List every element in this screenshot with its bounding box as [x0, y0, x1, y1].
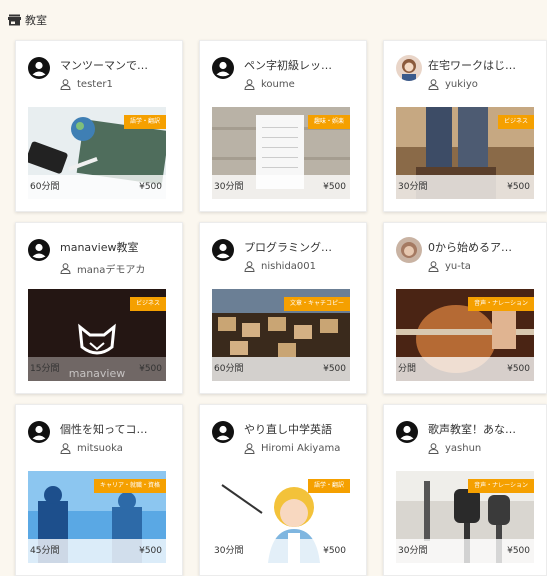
classroom-card[interactable]: 個性を知ってコ… mitsuoka キャリア・就職・資格 45分間 ¥500: [15, 404, 183, 576]
price-label: ¥500: [507, 364, 530, 374]
card-user: yashun: [428, 443, 481, 454]
card-title[interactable]: 個性を知ってコ…: [60, 421, 178, 437]
card-thumbnail[interactable]: manaview ビジネス 15分間 ¥500: [28, 289, 166, 381]
card-title[interactable]: プログラミング…: [244, 239, 362, 255]
card-user: koume: [244, 79, 295, 90]
person-outline-icon: [244, 79, 255, 90]
category-tag: 音声・ナレーション: [468, 297, 534, 311]
card-thumbnail[interactable]: 語学・翻訳 30分間 ¥500: [212, 471, 350, 563]
card-username: yukiyo: [445, 79, 478, 90]
card-title[interactable]: manaview教室: [60, 239, 178, 255]
duration-label: 60分間: [30, 182, 60, 192]
category-tag: 音声・ナレーション: [468, 479, 534, 493]
card-title[interactable]: 0から始めるア…: [428, 239, 546, 255]
classroom-card[interactable]: マンツーマンで… tester1 語学・翻訳 60分間 ¥500: [15, 40, 183, 212]
card-user: mitsuoka: [60, 443, 123, 454]
person-outline-icon: [428, 443, 439, 454]
account-circle-icon: [28, 239, 50, 261]
account-circle-icon: [212, 421, 234, 443]
person-outline-icon: [60, 263, 71, 274]
category-tag: 文章・キャチコピー: [283, 297, 350, 311]
card-thumbnail[interactable]: 音声・ナレーション 分間 ¥500: [396, 289, 534, 381]
account-circle-icon: [396, 421, 418, 443]
duration-label: 30分間: [214, 182, 244, 192]
category-tag: キャリア・就職・資格: [93, 479, 166, 493]
card-user: tester1: [60, 79, 113, 90]
card-title[interactable]: ペン字初級レッ…: [244, 57, 362, 73]
category-tag: 趣味・娯楽: [307, 115, 350, 129]
account-circle-icon: [212, 239, 234, 261]
classroom-card[interactable]: 歌声教室！あな… yashun 音声・ナレーション 30分間 ¥500: [383, 404, 547, 576]
duration-label: 15分間: [30, 364, 60, 374]
account-circle-icon: [28, 421, 50, 443]
price-label: ¥500: [139, 182, 162, 192]
category-tag: 語学・翻訳: [307, 479, 350, 493]
price-label: ¥500: [507, 182, 530, 192]
card-title[interactable]: 歌声教室！あな…: [428, 421, 546, 437]
card-user: Hiromi Akiyama: [244, 443, 340, 454]
price-label: ¥500: [139, 364, 162, 374]
card-username: tester1: [77, 79, 113, 90]
classroom-card[interactable]: 在宅ワークはじ… yukiyo ビジネス 30分間 ¥500: [383, 40, 547, 212]
classroom-card[interactable]: やり直し中学英語 Hiromi Akiyama 語学・翻訳 30分間 ¥500: [199, 404, 367, 576]
person-outline-icon: [60, 443, 71, 454]
category-tag: ビジネス: [497, 115, 534, 129]
person-outline-icon: [428, 79, 439, 90]
person-outline-icon: [244, 443, 255, 454]
card-username: mitsuoka: [77, 443, 123, 454]
card-title[interactable]: やり直し中学英語: [244, 421, 362, 437]
duration-label: 分間: [398, 364, 417, 374]
price-label: ¥500: [323, 364, 346, 374]
classroom-card[interactable]: manaview教室 manaデモアカ manaview ビジネス 15分間 ¥…: [15, 222, 183, 394]
card-username: yu-ta: [445, 261, 471, 272]
card-thumbnail[interactable]: 語学・翻訳 60分間 ¥500: [28, 107, 166, 199]
user-photo: [396, 55, 422, 81]
card-thumbnail[interactable]: 文章・キャチコピー 60分間 ¥500: [212, 289, 350, 381]
user-photo: [396, 237, 422, 263]
account-circle-icon: [28, 57, 50, 79]
card-user: yukiyo: [428, 79, 478, 90]
card-thumbnail[interactable]: 趣味・娯楽 30分間 ¥500: [212, 107, 350, 199]
person-outline-icon: [60, 79, 71, 90]
classroom-grid: マンツーマンで… tester1 語学・翻訳 60分間 ¥500 ペン字初級レッ…: [0, 0, 547, 576]
category-tag: 語学・翻訳: [123, 115, 166, 129]
card-thumbnail[interactable]: 音声・ナレーション 30分間 ¥500: [396, 471, 534, 563]
card-username: Hiromi Akiyama: [261, 443, 341, 454]
duration-label: 30分間: [214, 546, 244, 556]
classroom-card[interactable]: 0から始めるア… yu-ta 音声・ナレーション 分間 ¥500: [383, 222, 547, 394]
duration-label: 45分間: [30, 546, 60, 556]
card-user: nishida001: [244, 261, 316, 272]
price-label: ¥500: [139, 546, 162, 556]
card-thumbnail[interactable]: ビジネス 30分間 ¥500: [396, 107, 534, 199]
classroom-card[interactable]: ペン字初級レッ… koume 趣味・娯楽 30分間 ¥500: [199, 40, 367, 212]
card-title[interactable]: マンツーマンで…: [60, 57, 178, 73]
card-username: yashun: [445, 443, 482, 454]
card-user: manaデモアカ: [60, 261, 145, 276]
card-user: yu-ta: [428, 261, 471, 272]
card-username: koume: [261, 79, 295, 90]
account-circle-icon: [212, 57, 234, 79]
price-label: ¥500: [507, 546, 530, 556]
card-thumbnail[interactable]: キャリア・就職・資格 45分間 ¥500: [28, 471, 166, 563]
card-username: manaデモアカ: [77, 265, 146, 276]
person-outline-icon: [244, 261, 255, 272]
duration-label: 30分間: [398, 182, 428, 192]
category-tag: ビジネス: [129, 297, 166, 311]
duration-label: 60分間: [214, 364, 244, 374]
price-label: ¥500: [323, 546, 346, 556]
person-outline-icon: [428, 261, 439, 272]
classroom-card[interactable]: プログラミング… nishida001 文章・キャチコピー 60分間 ¥500: [199, 222, 367, 394]
duration-label: 30分間: [398, 546, 428, 556]
card-username: nishida001: [261, 261, 317, 272]
card-title[interactable]: 在宅ワークはじ…: [428, 57, 546, 73]
price-label: ¥500: [323, 182, 346, 192]
